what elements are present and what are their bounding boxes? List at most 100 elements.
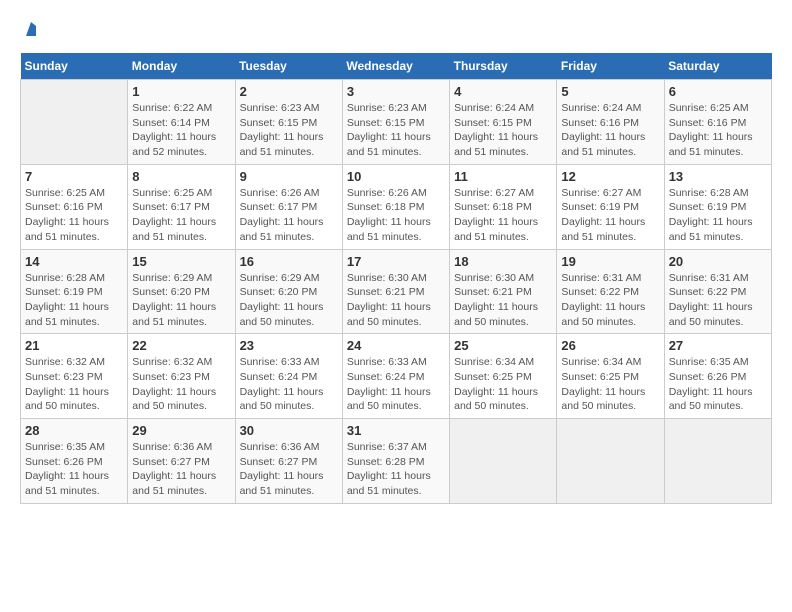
sunrise-text: Sunrise: 6:23 AM: [347, 102, 427, 114]
daylight-text: Daylight: 11 hours and 51 minutes.: [669, 216, 753, 243]
sunrise-text: Sunrise: 6:35 AM: [669, 356, 749, 368]
day-detail: Sunrise: 6:27 AM Sunset: 6:19 PM Dayligh…: [561, 186, 659, 245]
day-number: 20: [669, 254, 767, 269]
sunrise-text: Sunrise: 6:28 AM: [669, 187, 749, 199]
calendar-cell: 13 Sunrise: 6:28 AM Sunset: 6:19 PM Dayl…: [664, 164, 771, 249]
day-detail: Sunrise: 6:23 AM Sunset: 6:15 PM Dayligh…: [347, 101, 445, 160]
day-detail: Sunrise: 6:26 AM Sunset: 6:17 PM Dayligh…: [240, 186, 338, 245]
day-detail: Sunrise: 6:37 AM Sunset: 6:28 PM Dayligh…: [347, 440, 445, 499]
day-number: 30: [240, 423, 338, 438]
day-number: 24: [347, 338, 445, 353]
page-header: [20, 20, 772, 43]
sunrise-text: Sunrise: 6:31 AM: [561, 272, 641, 284]
logo-icon: [22, 20, 40, 38]
sunrise-text: Sunrise: 6:33 AM: [240, 356, 320, 368]
sunrise-text: Sunrise: 6:28 AM: [25, 272, 105, 284]
daylight-text: Daylight: 11 hours and 50 minutes.: [561, 386, 645, 413]
sunset-text: Sunset: 6:15 PM: [347, 117, 425, 129]
sunrise-text: Sunrise: 6:36 AM: [132, 441, 212, 453]
day-detail: Sunrise: 6:28 AM Sunset: 6:19 PM Dayligh…: [25, 271, 123, 330]
daylight-text: Daylight: 11 hours and 51 minutes.: [25, 216, 109, 243]
calendar-cell: 5 Sunrise: 6:24 AM Sunset: 6:16 PM Dayli…: [557, 80, 664, 165]
day-detail: Sunrise: 6:28 AM Sunset: 6:19 PM Dayligh…: [669, 186, 767, 245]
calendar-cell: 10 Sunrise: 6:26 AM Sunset: 6:18 PM Dayl…: [342, 164, 449, 249]
day-number: 26: [561, 338, 659, 353]
daylight-text: Daylight: 11 hours and 50 minutes.: [240, 386, 324, 413]
day-number: 4: [454, 84, 552, 99]
calendar-cell: 15 Sunrise: 6:29 AM Sunset: 6:20 PM Dayl…: [128, 249, 235, 334]
sunset-text: Sunset: 6:21 PM: [347, 286, 425, 298]
day-number: 5: [561, 84, 659, 99]
weekday-header: Monday: [128, 53, 235, 80]
day-detail: Sunrise: 6:22 AM Sunset: 6:14 PM Dayligh…: [132, 101, 230, 160]
daylight-text: Daylight: 11 hours and 50 minutes.: [25, 386, 109, 413]
daylight-text: Daylight: 11 hours and 50 minutes.: [669, 386, 753, 413]
sunset-text: Sunset: 6:20 PM: [240, 286, 318, 298]
sunset-text: Sunset: 6:15 PM: [240, 117, 318, 129]
daylight-text: Daylight: 11 hours and 51 minutes.: [347, 470, 431, 497]
calendar-cell: 26 Sunrise: 6:34 AM Sunset: 6:25 PM Dayl…: [557, 334, 664, 419]
day-number: 13: [669, 169, 767, 184]
sunset-text: Sunset: 6:16 PM: [25, 201, 103, 213]
day-detail: Sunrise: 6:25 AM Sunset: 6:16 PM Dayligh…: [25, 186, 123, 245]
day-detail: Sunrise: 6:35 AM Sunset: 6:26 PM Dayligh…: [25, 440, 123, 499]
day-number: 19: [561, 254, 659, 269]
weekday-header: Friday: [557, 53, 664, 80]
calendar-cell: 16 Sunrise: 6:29 AM Sunset: 6:20 PM Dayl…: [235, 249, 342, 334]
sunset-text: Sunset: 6:23 PM: [25, 371, 103, 383]
sunset-text: Sunset: 6:22 PM: [561, 286, 639, 298]
calendar-cell: 20 Sunrise: 6:31 AM Sunset: 6:22 PM Dayl…: [664, 249, 771, 334]
calendar-week-row: 7 Sunrise: 6:25 AM Sunset: 6:16 PM Dayli…: [21, 164, 772, 249]
calendar-cell: 14 Sunrise: 6:28 AM Sunset: 6:19 PM Dayl…: [21, 249, 128, 334]
sunset-text: Sunset: 6:21 PM: [454, 286, 532, 298]
day-detail: Sunrise: 6:27 AM Sunset: 6:18 PM Dayligh…: [454, 186, 552, 245]
calendar-cell: 31 Sunrise: 6:37 AM Sunset: 6:28 PM Dayl…: [342, 419, 449, 504]
calendar-week-row: 28 Sunrise: 6:35 AM Sunset: 6:26 PM Dayl…: [21, 419, 772, 504]
day-detail: Sunrise: 6:25 AM Sunset: 6:17 PM Dayligh…: [132, 186, 230, 245]
day-detail: Sunrise: 6:36 AM Sunset: 6:27 PM Dayligh…: [132, 440, 230, 499]
calendar-week-row: 14 Sunrise: 6:28 AM Sunset: 6:19 PM Dayl…: [21, 249, 772, 334]
day-detail: Sunrise: 6:32 AM Sunset: 6:23 PM Dayligh…: [25, 355, 123, 414]
sunset-text: Sunset: 6:26 PM: [25, 456, 103, 468]
calendar-cell: [664, 419, 771, 504]
calendar-cell: 6 Sunrise: 6:25 AM Sunset: 6:16 PM Dayli…: [664, 80, 771, 165]
weekday-header: Sunday: [21, 53, 128, 80]
day-number: 28: [25, 423, 123, 438]
calendar-cell: 9 Sunrise: 6:26 AM Sunset: 6:17 PM Dayli…: [235, 164, 342, 249]
daylight-text: Daylight: 11 hours and 50 minutes.: [561, 301, 645, 328]
sunrise-text: Sunrise: 6:29 AM: [240, 272, 320, 284]
calendar-cell: 25 Sunrise: 6:34 AM Sunset: 6:25 PM Dayl…: [450, 334, 557, 419]
day-detail: Sunrise: 6:23 AM Sunset: 6:15 PM Dayligh…: [240, 101, 338, 160]
calendar-cell: 3 Sunrise: 6:23 AM Sunset: 6:15 PM Dayli…: [342, 80, 449, 165]
sunset-text: Sunset: 6:23 PM: [132, 371, 210, 383]
weekday-header: Tuesday: [235, 53, 342, 80]
sunrise-text: Sunrise: 6:27 AM: [561, 187, 641, 199]
day-number: 6: [669, 84, 767, 99]
day-detail: Sunrise: 6:34 AM Sunset: 6:25 PM Dayligh…: [561, 355, 659, 414]
calendar-cell: 17 Sunrise: 6:30 AM Sunset: 6:21 PM Dayl…: [342, 249, 449, 334]
calendar-cell: 23 Sunrise: 6:33 AM Sunset: 6:24 PM Dayl…: [235, 334, 342, 419]
sunrise-text: Sunrise: 6:36 AM: [240, 441, 320, 453]
daylight-text: Daylight: 11 hours and 51 minutes.: [132, 301, 216, 328]
day-number: 11: [454, 169, 552, 184]
daylight-text: Daylight: 11 hours and 52 minutes.: [132, 131, 216, 158]
sunrise-text: Sunrise: 6:35 AM: [25, 441, 105, 453]
daylight-text: Daylight: 11 hours and 51 minutes.: [669, 131, 753, 158]
sunrise-text: Sunrise: 6:23 AM: [240, 102, 320, 114]
weekday-header: Wednesday: [342, 53, 449, 80]
sunrise-text: Sunrise: 6:32 AM: [25, 356, 105, 368]
sunrise-text: Sunrise: 6:26 AM: [240, 187, 320, 199]
sunrise-text: Sunrise: 6:26 AM: [347, 187, 427, 199]
day-number: 2: [240, 84, 338, 99]
calendar-cell: 30 Sunrise: 6:36 AM Sunset: 6:27 PM Dayl…: [235, 419, 342, 504]
day-detail: Sunrise: 6:31 AM Sunset: 6:22 PM Dayligh…: [669, 271, 767, 330]
day-number: 8: [132, 169, 230, 184]
sunrise-text: Sunrise: 6:27 AM: [454, 187, 534, 199]
sunrise-text: Sunrise: 6:34 AM: [454, 356, 534, 368]
sunset-text: Sunset: 6:18 PM: [347, 201, 425, 213]
daylight-text: Daylight: 11 hours and 51 minutes.: [25, 301, 109, 328]
day-number: 31: [347, 423, 445, 438]
sunrise-text: Sunrise: 6:24 AM: [561, 102, 641, 114]
daylight-text: Daylight: 11 hours and 51 minutes.: [240, 470, 324, 497]
day-number: 1: [132, 84, 230, 99]
